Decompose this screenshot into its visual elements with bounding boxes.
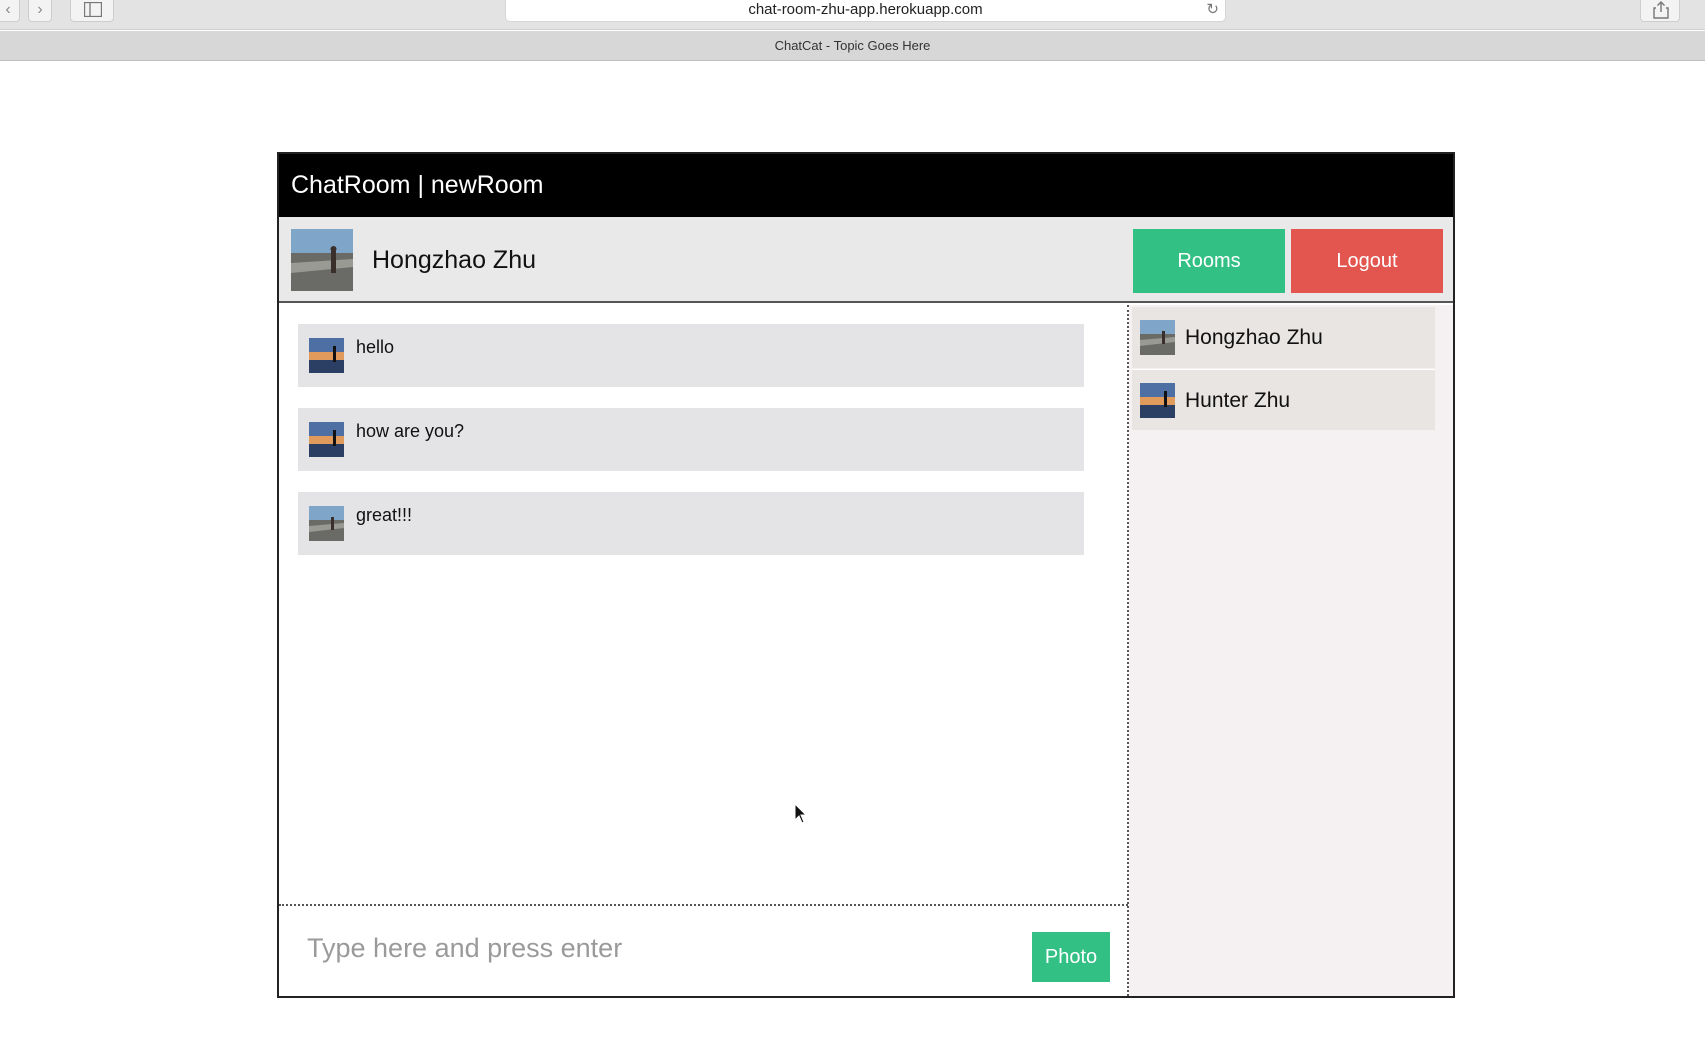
composer: Photo	[279, 906, 1127, 996]
back-button[interactable]: ‹	[0, 0, 20, 22]
rooms-button[interactable]: Rooms	[1133, 229, 1285, 293]
current-user-name: Hongzhao Zhu	[372, 246, 537, 274]
avatar	[1140, 383, 1175, 418]
user-name: Hunter Zhu	[1185, 389, 1291, 412]
forward-button[interactable]: ›	[28, 0, 52, 22]
list-item: how are you?	[298, 408, 1084, 471]
url-text: chat-room-zhu-app.herokuapp.com	[748, 1, 983, 18]
chevron-right-icon: ›	[37, 1, 43, 18]
user-name: Hongzhao Zhu	[1185, 326, 1323, 349]
app-header: ChatRoom | newRoom	[279, 154, 1453, 217]
avatar	[309, 506, 344, 541]
tab-active[interactable]: ChatCat - Topic Goes Here	[0, 31, 1705, 61]
list-item[interactable]: Hongzhao Zhu	[1132, 307, 1435, 368]
address-bar[interactable]: chat-room-zhu-app.herokuapp.com ↻	[505, 0, 1226, 22]
tab-title: ChatCat - Topic Goes Here	[774, 38, 931, 53]
user-bar: Hongzhao Zhu Rooms Logout	[279, 217, 1453, 303]
browser-toolbar: ‹ › chat-room-zhu-app.herokuapp.com ↻	[0, 0, 1705, 30]
list-item: great!!!	[298, 492, 1084, 555]
sidebar-icon	[84, 2, 102, 17]
avatar	[309, 338, 344, 373]
list-item: hello	[298, 324, 1084, 387]
mouse-cursor-icon	[794, 803, 808, 824]
sidebar-toggle-button[interactable]	[70, 0, 114, 22]
chevron-left-icon: ‹	[5, 1, 11, 18]
message-text: hello	[356, 337, 395, 357]
avatar	[291, 229, 353, 291]
chat-app: ChatRoom | newRoom Hongzhao Zhu Rooms Lo…	[277, 152, 1455, 998]
reload-icon[interactable]: ↻	[1206, 2, 1219, 18]
message-list[interactable]: hello how are you? great!!!	[279, 305, 1127, 905]
avatar	[1140, 320, 1175, 355]
photo-button[interactable]: Photo	[1032, 932, 1110, 982]
logout-button[interactable]: Logout	[1291, 229, 1443, 293]
message-text: how are you?	[356, 421, 465, 441]
share-button[interactable]	[1640, 0, 1680, 22]
avatar	[309, 422, 344, 457]
list-item[interactable]: Hunter Zhu	[1132, 369, 1435, 430]
user-list: Hongzhao Zhu Hunter Zhu	[1129, 305, 1453, 996]
message-text: great!!!	[356, 505, 413, 525]
page-title: ChatRoom | newRoom	[291, 171, 544, 199]
message-input[interactable]	[307, 926, 1007, 970]
share-icon	[1653, 1, 1669, 19]
